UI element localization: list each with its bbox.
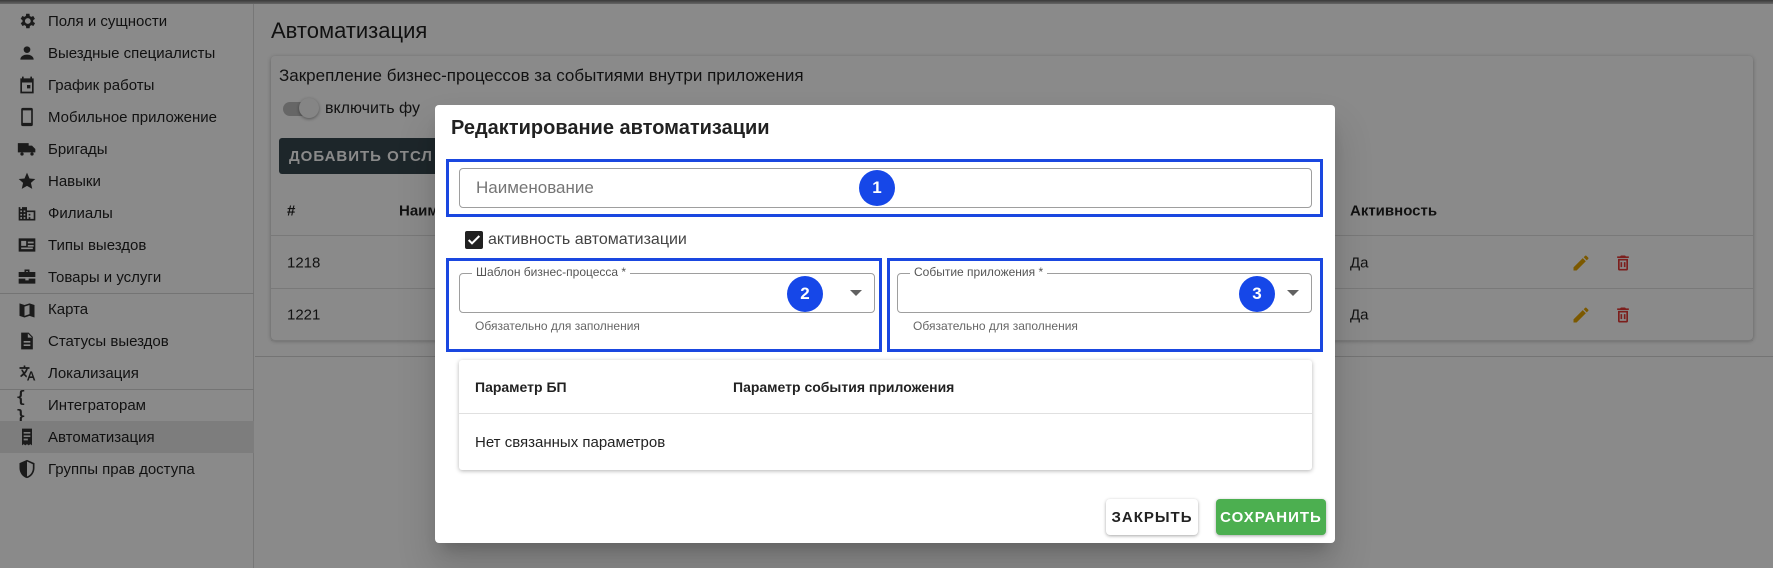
params-empty-message: Нет связанных параметров	[475, 434, 666, 451]
save-button[interactable]: СОХРАНИТЬ	[1216, 499, 1326, 535]
params-table: Параметр БП Параметр события приложения …	[459, 360, 1312, 470]
annotation-badge-1: 1	[859, 170, 895, 206]
activity-checkbox-label: активность автоматизации	[488, 231, 687, 248]
edit-automation-dialog: Редактирование автоматизации активность …	[435, 105, 1335, 543]
params-table-header: Параметр БП Параметр события приложения	[459, 360, 1312, 414]
column-bp-param: Параметр БП	[475, 379, 567, 395]
close-button[interactable]: ЗАКРЫТЬ	[1106, 499, 1198, 535]
annotation-badge-2: 2	[787, 276, 823, 312]
activity-checkbox[interactable]	[465, 231, 483, 249]
dialog-title: Редактирование автоматизации	[451, 117, 770, 139]
check-icon	[467, 235, 481, 245]
annotation-badge-3: 3	[1239, 276, 1275, 312]
column-event-param: Параметр события приложения	[733, 379, 955, 395]
